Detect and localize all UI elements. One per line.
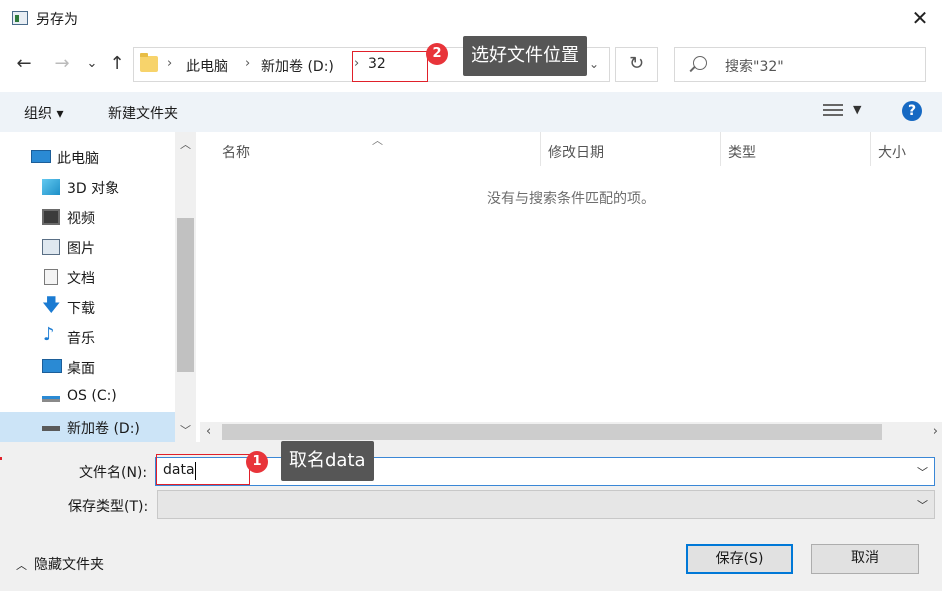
scrollbar-thumb[interactable] bbox=[177, 218, 194, 372]
search-placeholder: 搜索"32" bbox=[725, 59, 784, 75]
column-divider[interactable] bbox=[720, 132, 721, 166]
sidebar-item-this-pc[interactable]: 此电脑 bbox=[0, 142, 175, 172]
up-arrow-icon[interactable]: ↑ bbox=[105, 54, 129, 74]
forward-arrow-icon[interactable]: → bbox=[50, 54, 74, 74]
sidebar-item-3d-objects[interactable]: 3D 对象 bbox=[0, 172, 175, 202]
app-icon bbox=[12, 11, 28, 25]
scrollbar-thumb[interactable] bbox=[222, 424, 882, 440]
close-icon[interactable]: ✕ bbox=[908, 6, 932, 30]
scroll-up-icon[interactable]: ︿ bbox=[180, 136, 191, 152]
annotation-highlight-filename bbox=[156, 454, 250, 485]
music-icon: ♪ bbox=[43, 324, 55, 345]
picture-icon bbox=[42, 239, 60, 255]
sidebar-scrollbar[interactable]: ︿ ﹀ bbox=[175, 132, 196, 442]
drive-icon bbox=[42, 426, 60, 431]
sidebar-item-label: 音乐 bbox=[67, 331, 95, 347]
annotation-tooltip-2: 选好文件位置 bbox=[463, 36, 587, 76]
filetype-select[interactable]: ﹀ bbox=[157, 490, 935, 519]
sidebar-item-label: 3D 对象 bbox=[67, 181, 120, 197]
column-divider[interactable] bbox=[540, 132, 541, 166]
sidebar-item-label: 此电脑 bbox=[57, 151, 99, 167]
computer-icon bbox=[31, 150, 51, 163]
recent-locations-chevron-icon[interactable]: ⌄ bbox=[80, 54, 104, 74]
sidebar-item-documents[interactable]: 文档 bbox=[0, 262, 175, 292]
sort-ascending-icon: ︿ bbox=[372, 134, 383, 147]
column-divider[interactable] bbox=[870, 132, 871, 166]
sidebar-item-label: 视频 bbox=[67, 211, 95, 227]
annotation-edge-mark bbox=[0, 457, 2, 460]
title-bar: 另存为 ✕ bbox=[0, 0, 942, 38]
sidebar-item-label: 下载 bbox=[67, 301, 95, 317]
sidebar-item-label: 桌面 bbox=[67, 361, 95, 377]
video-icon bbox=[42, 209, 60, 225]
sidebar-item-desktop[interactable]: 桌面 bbox=[0, 352, 175, 382]
search-input[interactable]: 搜索"32" bbox=[674, 47, 926, 82]
scroll-left-icon[interactable]: ‹ bbox=[206, 424, 211, 439]
hide-folders-button[interactable]: ︿ 隐藏文件夹 bbox=[16, 554, 104, 574]
filename-label: 文件名(N): bbox=[79, 465, 148, 481]
help-icon[interactable]: ? bbox=[902, 101, 922, 121]
view-dropdown-icon[interactable]: ▼ bbox=[853, 103, 861, 116]
command-bar: 组织 ▾ 新建文件夹 ▼ ? bbox=[0, 92, 942, 132]
desktop-icon bbox=[42, 359, 62, 373]
column-header-type[interactable]: 类型 bbox=[728, 142, 756, 162]
sidebar-item-music[interactable]: ♪ 音乐 bbox=[0, 322, 175, 352]
refresh-icon[interactable]: ↻ bbox=[615, 47, 658, 82]
breadcrumb-separator-icon: › bbox=[245, 56, 251, 71]
drive-icon bbox=[42, 396, 60, 402]
scroll-right-icon[interactable]: › bbox=[933, 424, 938, 439]
back-arrow-icon[interactable]: ← bbox=[12, 54, 36, 74]
sidebar-item-videos[interactable]: 视频 bbox=[0, 202, 175, 232]
sidebar-item-drive-d[interactable]: 新加卷 (D:) bbox=[0, 412, 175, 442]
sidebar-item-label: OS (C:) bbox=[67, 388, 117, 404]
navigation-pane: 此电脑 3D 对象 视频 图片 文档 🡇 下载 ♪ 音乐 桌面 OS (C:) … bbox=[0, 132, 196, 442]
empty-results-message: 没有与搜索条件匹配的项。 bbox=[487, 191, 655, 207]
save-button[interactable]: 保存(S) bbox=[686, 544, 793, 574]
sidebar-item-label: 图片 bbox=[67, 241, 95, 257]
sidebar-item-pictures[interactable]: 图片 bbox=[0, 232, 175, 262]
annotation-highlight-folder bbox=[352, 51, 428, 82]
breadcrumb-separator-icon: › bbox=[167, 56, 173, 71]
folder-icon bbox=[140, 53, 158, 72]
download-icon: 🡇 bbox=[42, 295, 61, 316]
filetype-label: 保存类型(T): bbox=[68, 499, 149, 515]
file-list: ︿ 名称 修改日期 类型 大小 没有与搜索条件匹配的项。 ‹ › bbox=[200, 132, 942, 442]
column-header-size[interactable]: 大小 bbox=[878, 142, 906, 162]
column-header-date-modified[interactable]: 修改日期 bbox=[548, 142, 604, 162]
annotation-badge-2: 2 bbox=[426, 43, 448, 65]
sidebar-item-label: 新加卷 (D:) bbox=[67, 421, 140, 437]
address-dropdown-icon[interactable]: ⌄ bbox=[589, 57, 599, 71]
sidebar-item-label: 文档 bbox=[67, 271, 95, 287]
new-folder-button[interactable]: 新建文件夹 bbox=[108, 103, 178, 123]
cube-icon bbox=[42, 179, 60, 195]
column-header-name[interactable]: 名称 bbox=[222, 142, 250, 162]
search-icon bbox=[693, 56, 707, 70]
breadcrumb-this-pc[interactable]: 此电脑 bbox=[186, 56, 228, 76]
filetype-dropdown-icon[interactable]: ﹀ bbox=[917, 497, 928, 513]
sidebar-item-downloads[interactable]: 🡇 下载 bbox=[0, 292, 175, 322]
breadcrumb-drive-d[interactable]: 新加卷 (D:) bbox=[261, 56, 334, 76]
view-options-icon[interactable] bbox=[823, 104, 843, 120]
document-icon bbox=[44, 269, 58, 285]
horizontal-scrollbar[interactable]: ‹ › bbox=[200, 422, 942, 442]
annotation-badge-1: 1 bbox=[246, 451, 268, 473]
save-form: 文件名(N): data ﹀ 保存类型(T): ﹀ ︿ 隐藏文件夹 保存(S) 取… bbox=[0, 442, 942, 591]
chevron-up-icon: ︿ bbox=[16, 559, 27, 572]
scroll-down-icon[interactable]: ﹀ bbox=[180, 422, 191, 438]
filename-field[interactable]: data ﹀ bbox=[155, 457, 935, 486]
hide-folders-label: 隐藏文件夹 bbox=[34, 557, 104, 573]
cancel-button[interactable]: 取消 bbox=[811, 544, 919, 574]
organize-button[interactable]: 组织 ▾ bbox=[24, 103, 63, 123]
dialog-title: 另存为 bbox=[36, 12, 78, 28]
sidebar-item-drive-c[interactable]: OS (C:) bbox=[0, 382, 175, 412]
filename-dropdown-icon[interactable]: ﹀ bbox=[917, 464, 928, 480]
annotation-tooltip-1: 取名data bbox=[281, 441, 374, 481]
